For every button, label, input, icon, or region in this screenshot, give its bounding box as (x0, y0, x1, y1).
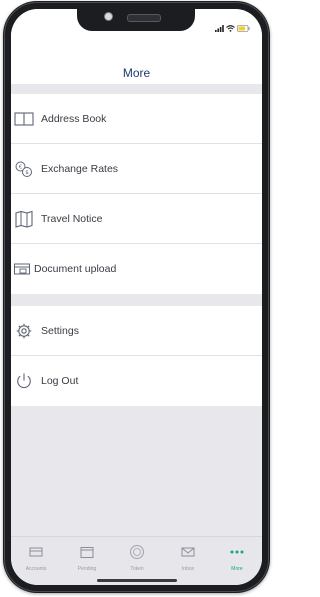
phone-frame: More Address Book € $ Exchange Rates Tra… (3, 1, 270, 593)
wifi-icon (226, 24, 235, 32)
tab-label: Pending (77, 566, 97, 572)
menu-item-address-book[interactable]: Address Book (11, 94, 262, 144)
notch (77, 9, 195, 31)
menu-item-label: Address Book (41, 112, 107, 125)
status-bar (215, 23, 250, 33)
token-icon (130, 545, 144, 559)
menu-item-label: Travel Notice (41, 212, 103, 225)
exchange-rates-icon: € $ (14, 160, 34, 178)
map-icon (14, 210, 34, 228)
book-icon (14, 110, 34, 128)
gear-icon (14, 322, 34, 340)
calendar-icon (80, 546, 94, 558)
menu-group-main: Address Book € $ Exchange Rates Travel N… (11, 94, 262, 294)
tab-label: Token (130, 566, 144, 572)
menu-group-account: Settings Log Out (11, 306, 262, 406)
more-menu: Address Book € $ Exchange Rates Travel N… (11, 94, 262, 406)
svg-text:$: $ (25, 170, 29, 176)
svg-text:€: € (19, 165, 23, 171)
tab-accounts[interactable]: Accounts (16, 543, 56, 572)
page-title: More (122, 66, 151, 80)
speaker (127, 14, 161, 22)
tab-bar: Accounts Pending Token Inbox More (11, 536, 262, 585)
tab-label: More (231, 566, 243, 572)
menu-item-label: Log Out (41, 375, 79, 387)
menu-item-travel-notice[interactable]: Travel Notice (11, 194, 262, 244)
tab-label: Accounts (25, 566, 47, 572)
power-icon (14, 372, 34, 390)
menu-item-document-upload[interactable]: Document upload (11, 244, 262, 294)
tab-label: Inbox (181, 566, 195, 572)
menu-item-settings[interactable]: Settings (11, 306, 262, 356)
camera (104, 12, 113, 21)
battery-icon (237, 24, 250, 32)
more-dots-icon (230, 550, 244, 554)
document-upload-icon (14, 260, 34, 278)
menu-item-label: Settings (41, 324, 79, 337)
home-indicator (97, 579, 177, 582)
menu-item-exchange-rates[interactable]: € $ Exchange Rates (11, 144, 262, 194)
signal-icon (215, 24, 224, 32)
menu-item-label: Document upload (34, 263, 117, 275)
tab-token[interactable]: Token (117, 543, 157, 572)
tab-pending[interactable]: Pending (67, 543, 107, 572)
tab-more[interactable]: More (217, 543, 257, 572)
app-screen: More Address Book € $ Exchange Rates Tra… (11, 9, 262, 585)
menu-item-log-out[interactable]: Log Out (11, 356, 262, 406)
tab-inbox[interactable]: Inbox (168, 543, 208, 572)
menu-item-label: Exchange Rates (41, 162, 119, 175)
header: More (11, 9, 262, 84)
mail-icon (181, 547, 195, 557)
card-icon (29, 547, 43, 557)
section-divider (11, 294, 262, 306)
